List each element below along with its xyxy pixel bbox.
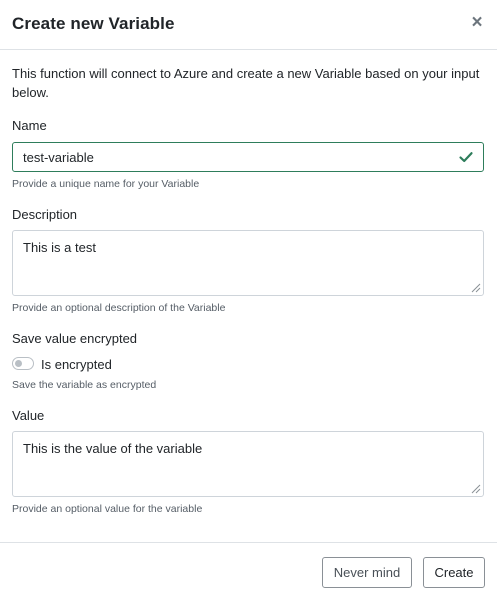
value-textarea[interactable]: This is the value of the variable bbox=[12, 431, 484, 497]
description-value: This is a test bbox=[23, 240, 96, 255]
value-help: Provide an optional value for the variab… bbox=[12, 503, 203, 515]
name-help: Provide a unique name for your Variable bbox=[12, 178, 200, 190]
close-button[interactable]: × bbox=[469, 13, 485, 33]
check-icon bbox=[459, 152, 473, 163]
intro-text: This function will connect to Azure and … bbox=[12, 66, 480, 100]
create-button[interactable]: Create bbox=[423, 557, 485, 588]
create-variable-modal: Create new Variable × This function will… bbox=[0, 0, 497, 598]
description-textarea[interactable]: This is a test bbox=[12, 230, 484, 296]
description-help: Provide an optional description of the V… bbox=[12, 302, 226, 314]
encrypted-label: Save value encrypted bbox=[12, 331, 138, 346]
modal-footer: Never mind Create bbox=[0, 542, 497, 598]
name-input-value: test-variable bbox=[23, 150, 94, 165]
name-label: Name bbox=[12, 118, 47, 133]
modal-header: Create new Variable × bbox=[0, 0, 497, 50]
value-value: This is the value of the variable bbox=[23, 441, 203, 456]
toggle-knob bbox=[15, 360, 22, 367]
encrypted-toggle[interactable] bbox=[12, 357, 34, 370]
value-label: Value bbox=[12, 408, 45, 423]
encrypted-toggle-label[interactable]: Is encrypted bbox=[41, 357, 112, 372]
resize-handle-icon[interactable] bbox=[469, 281, 481, 293]
resize-handle-icon[interactable] bbox=[469, 482, 481, 494]
description-label: Description bbox=[12, 207, 78, 222]
modal-title: Create new Variable bbox=[12, 14, 175, 33]
name-input[interactable]: test-variable bbox=[12, 142, 484, 172]
encrypted-help: Save the variable as encrypted bbox=[12, 379, 157, 391]
never-mind-button[interactable]: Never mind bbox=[322, 557, 412, 588]
